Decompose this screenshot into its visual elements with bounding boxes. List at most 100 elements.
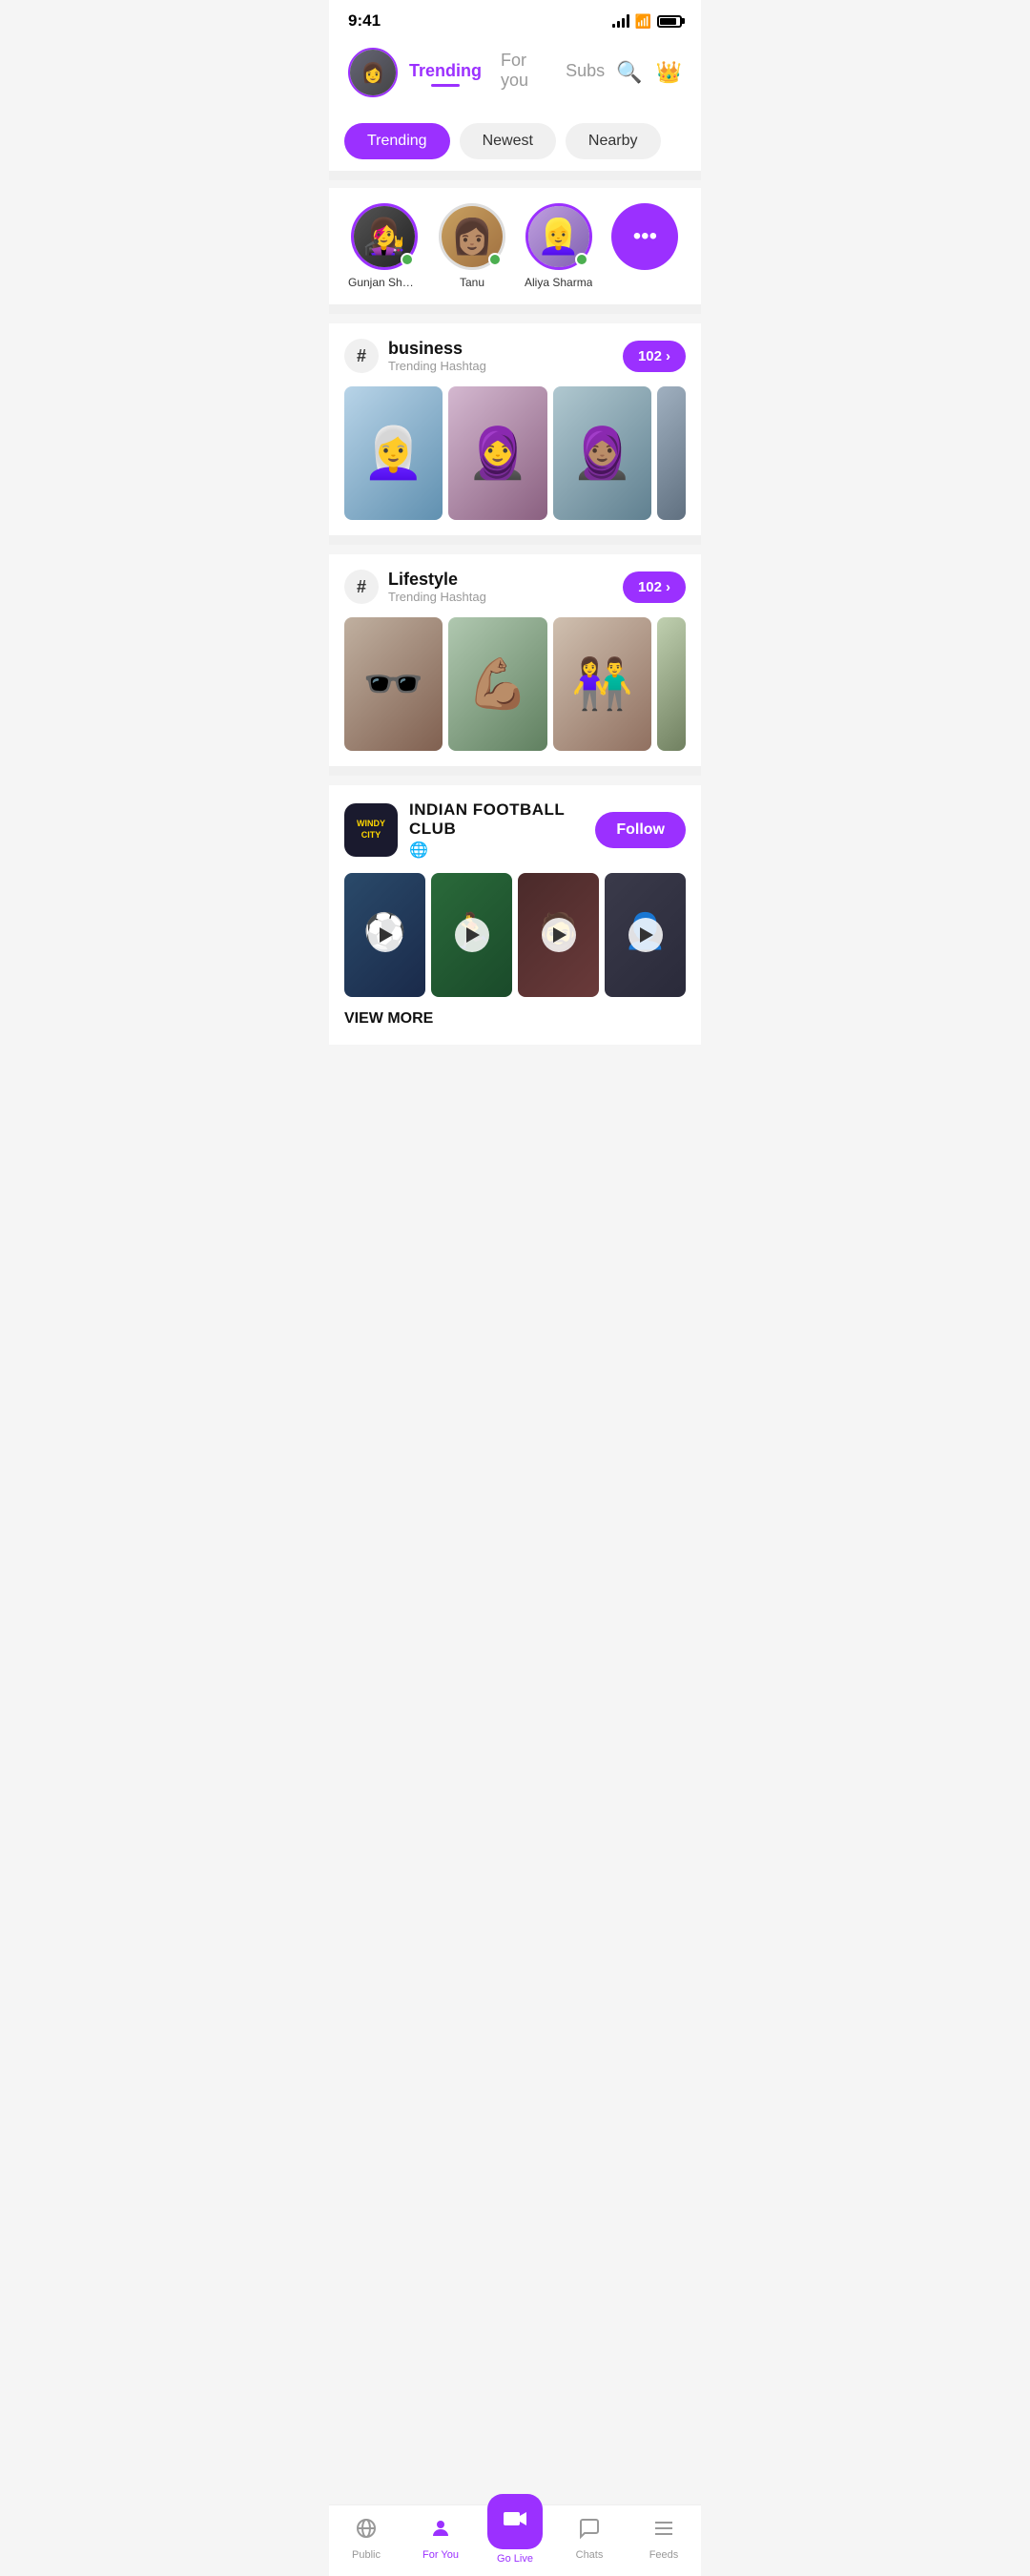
lifestyle-image-3[interactable]: 👫 <box>553 617 651 751</box>
story-name-aliya: Aliya Sharma <box>525 276 592 289</box>
play-triangle-1 <box>380 927 393 943</box>
online-dot-aliya <box>575 253 588 266</box>
chats-icon <box>578 2517 601 2545</box>
nav-label-public: Public <box>352 2549 381 2561</box>
hashtag-images-business: 👩‍🦳 🧕 🧕🏽 <box>344 386 686 520</box>
nav-chats[interactable]: Chats <box>561 2517 618 2561</box>
hashtag-image-3[interactable]: 🧕🏽 <box>553 386 651 520</box>
status-bar: 9:41 📶 <box>329 0 701 38</box>
story-name-tanu: Tanu <box>460 276 484 289</box>
search-icon[interactable]: 🔍 <box>616 60 642 85</box>
video-thumb-4[interactable]: 👤 <box>605 873 686 997</box>
lifestyle-emoji-1: 🕶️ <box>362 655 424 714</box>
person-emoji-1: 👩‍🦳 <box>362 425 424 483</box>
story-gunjan[interactable]: 👩‍🎤 Gunjan Sharma <box>348 203 420 289</box>
play-button-1[interactable] <box>368 918 402 952</box>
filter-trending[interactable]: Trending <box>344 123 450 159</box>
more-stories-button[interactable]: ••• <box>611 203 678 270</box>
club-info: INDIAN FOOTBALL CLUB 🌐 <box>409 800 584 860</box>
lifestyle-image-2[interactable]: 💪🏽 <box>448 617 546 751</box>
nav-feeds[interactable]: Feeds <box>635 2517 692 2561</box>
avatar-image: 👩 <box>350 50 396 95</box>
video-thumb-3[interactable]: 🧔 <box>518 873 599 997</box>
filter-newest[interactable]: Newest <box>460 123 556 159</box>
status-time: 9:41 <box>348 11 381 31</box>
count-value-business: 102 <box>638 348 662 364</box>
hashtag-subtitle-business: Trending Hashtag <box>388 359 486 373</box>
hashtag-info-lifestyle: Lifestyle Trending Hashtag <box>388 570 486 604</box>
header: 👩 Trending For you Subs 🔍 👑 <box>329 38 701 112</box>
nav-public[interactable]: Public <box>338 2517 395 2561</box>
view-more-button[interactable]: VIEW MORE <box>344 997 686 1029</box>
hashtag-image-2[interactable]: 🧕 <box>448 386 546 520</box>
story-avatar-wrap-tanu: 👩🏽 <box>439 203 505 270</box>
header-actions: 🔍 👑 <box>616 60 682 85</box>
video-thumb-2[interactable]: 🏃 <box>431 873 512 997</box>
stories-section: 👩‍🎤 Gunjan Sharma 👩🏽 Tanu 👱‍♀️ Aliya Sha… <box>329 188 701 304</box>
nav-go-live[interactable]: Go Live <box>486 2513 544 2565</box>
story-name-gunjan: Gunjan Sharma <box>348 276 420 289</box>
online-dot-tanu <box>488 253 502 266</box>
play-triangle-3 <box>553 927 566 943</box>
crown-icon[interactable]: 👑 <box>656 60 682 85</box>
club-header: WINDYCITY INDIAN FOOTBALL CLUB 🌐 Follow <box>344 800 686 860</box>
play-button-4[interactable] <box>628 918 663 952</box>
tab-subs[interactable]: Subs <box>566 61 605 85</box>
nav-label-go-live: Go Live <box>497 2553 533 2565</box>
hashtag-image-1[interactable]: 👩‍🦳 <box>344 386 443 520</box>
hashtag-left-lifestyle: # Lifestyle Trending Hashtag <box>344 570 486 604</box>
nav-label-feeds: Feeds <box>649 2549 679 2561</box>
lifestyle-emoji-2: 💪🏽 <box>467 655 529 714</box>
hashtag-title-lifestyle: Lifestyle <box>388 570 486 590</box>
follow-button[interactable]: Follow <box>595 812 686 848</box>
club-logo: WINDYCITY <box>344 803 398 857</box>
nav-for-you[interactable]: For You <box>412 2517 469 2561</box>
club-section: WINDYCITY INDIAN FOOTBALL CLUB 🌐 Follow … <box>329 785 701 1045</box>
hashtag-count-lifestyle[interactable]: 102 › <box>623 571 686 603</box>
user-avatar[interactable]: 👩 <box>348 48 398 97</box>
hashtag-left-business: # business Trending Hashtag <box>344 339 486 373</box>
hashtag-image-4[interactable] <box>657 386 686 520</box>
play-button-3[interactable] <box>542 918 576 952</box>
go-live-button[interactable] <box>487 2494 543 2549</box>
wifi-icon: 📶 <box>635 13 651 30</box>
for-you-icon <box>429 2517 452 2545</box>
tab-trending[interactable]: Trending <box>409 61 482 85</box>
signal-icon <box>612 14 629 28</box>
bottom-navigation: Public For You Go Live Chats <box>329 2504 701 2576</box>
hashtag-card-lifestyle: # Lifestyle Trending Hashtag 102 › 🕶️ 💪🏽… <box>329 554 701 766</box>
play-triangle-4 <box>640 927 653 943</box>
go-live-icon <box>502 2505 528 2539</box>
lifestyle-image-4[interactable] <box>657 617 686 751</box>
lifestyle-emoji-3: 👫 <box>571 655 633 714</box>
hashtag-header-lifestyle: # Lifestyle Trending Hashtag 102 › <box>344 570 686 604</box>
hashtag-images-lifestyle: 🕶️ 💪🏽 👫 <box>344 617 686 751</box>
video-thumb-1[interactable]: ⚽ <box>344 873 425 997</box>
play-button-2[interactable] <box>455 918 489 952</box>
story-more[interactable]: ••• <box>611 203 678 276</box>
lifestyle-image-1[interactable]: 🕶️ <box>344 617 443 751</box>
hash-symbol-lifestyle: # <box>344 570 379 604</box>
video-grid: ⚽ 🏃 🧔 👤 <box>344 873 686 997</box>
battery-icon <box>657 15 682 28</box>
main-nav-tabs: Trending For you Subs <box>409 51 605 94</box>
status-icons: 📶 <box>612 13 682 30</box>
online-dot-gunjan <box>401 253 414 266</box>
hashtag-count-business[interactable]: 102 › <box>623 341 686 372</box>
hashtag-header-business: # business Trending Hashtag 102 › <box>344 339 686 373</box>
hashtag-card-business: # business Trending Hashtag 102 › 👩‍🦳 🧕 … <box>329 323 701 535</box>
story-avatar-wrap-aliya: 👱‍♀️ <box>525 203 592 270</box>
filter-nearby[interactable]: Nearby <box>566 123 661 159</box>
story-tanu[interactable]: 👩🏽 Tanu <box>439 203 505 289</box>
chevron-right-icon-2: › <box>666 579 670 595</box>
story-aliya[interactable]: 👱‍♀️ Aliya Sharma <box>525 203 592 289</box>
public-icon <box>355 2517 378 2545</box>
feeds-icon <box>652 2517 675 2545</box>
hashtag-info-business: business Trending Hashtag <box>388 339 486 373</box>
tab-for-you[interactable]: For you <box>501 51 546 94</box>
person-emoji-2: 🧕 <box>467 425 529 483</box>
person-emoji-3: 🧕🏽 <box>571 425 633 483</box>
chevron-right-icon: › <box>666 348 670 364</box>
club-name: INDIAN FOOTBALL CLUB <box>409 800 584 839</box>
hashtag-subtitle-lifestyle: Trending Hashtag <box>388 590 486 604</box>
